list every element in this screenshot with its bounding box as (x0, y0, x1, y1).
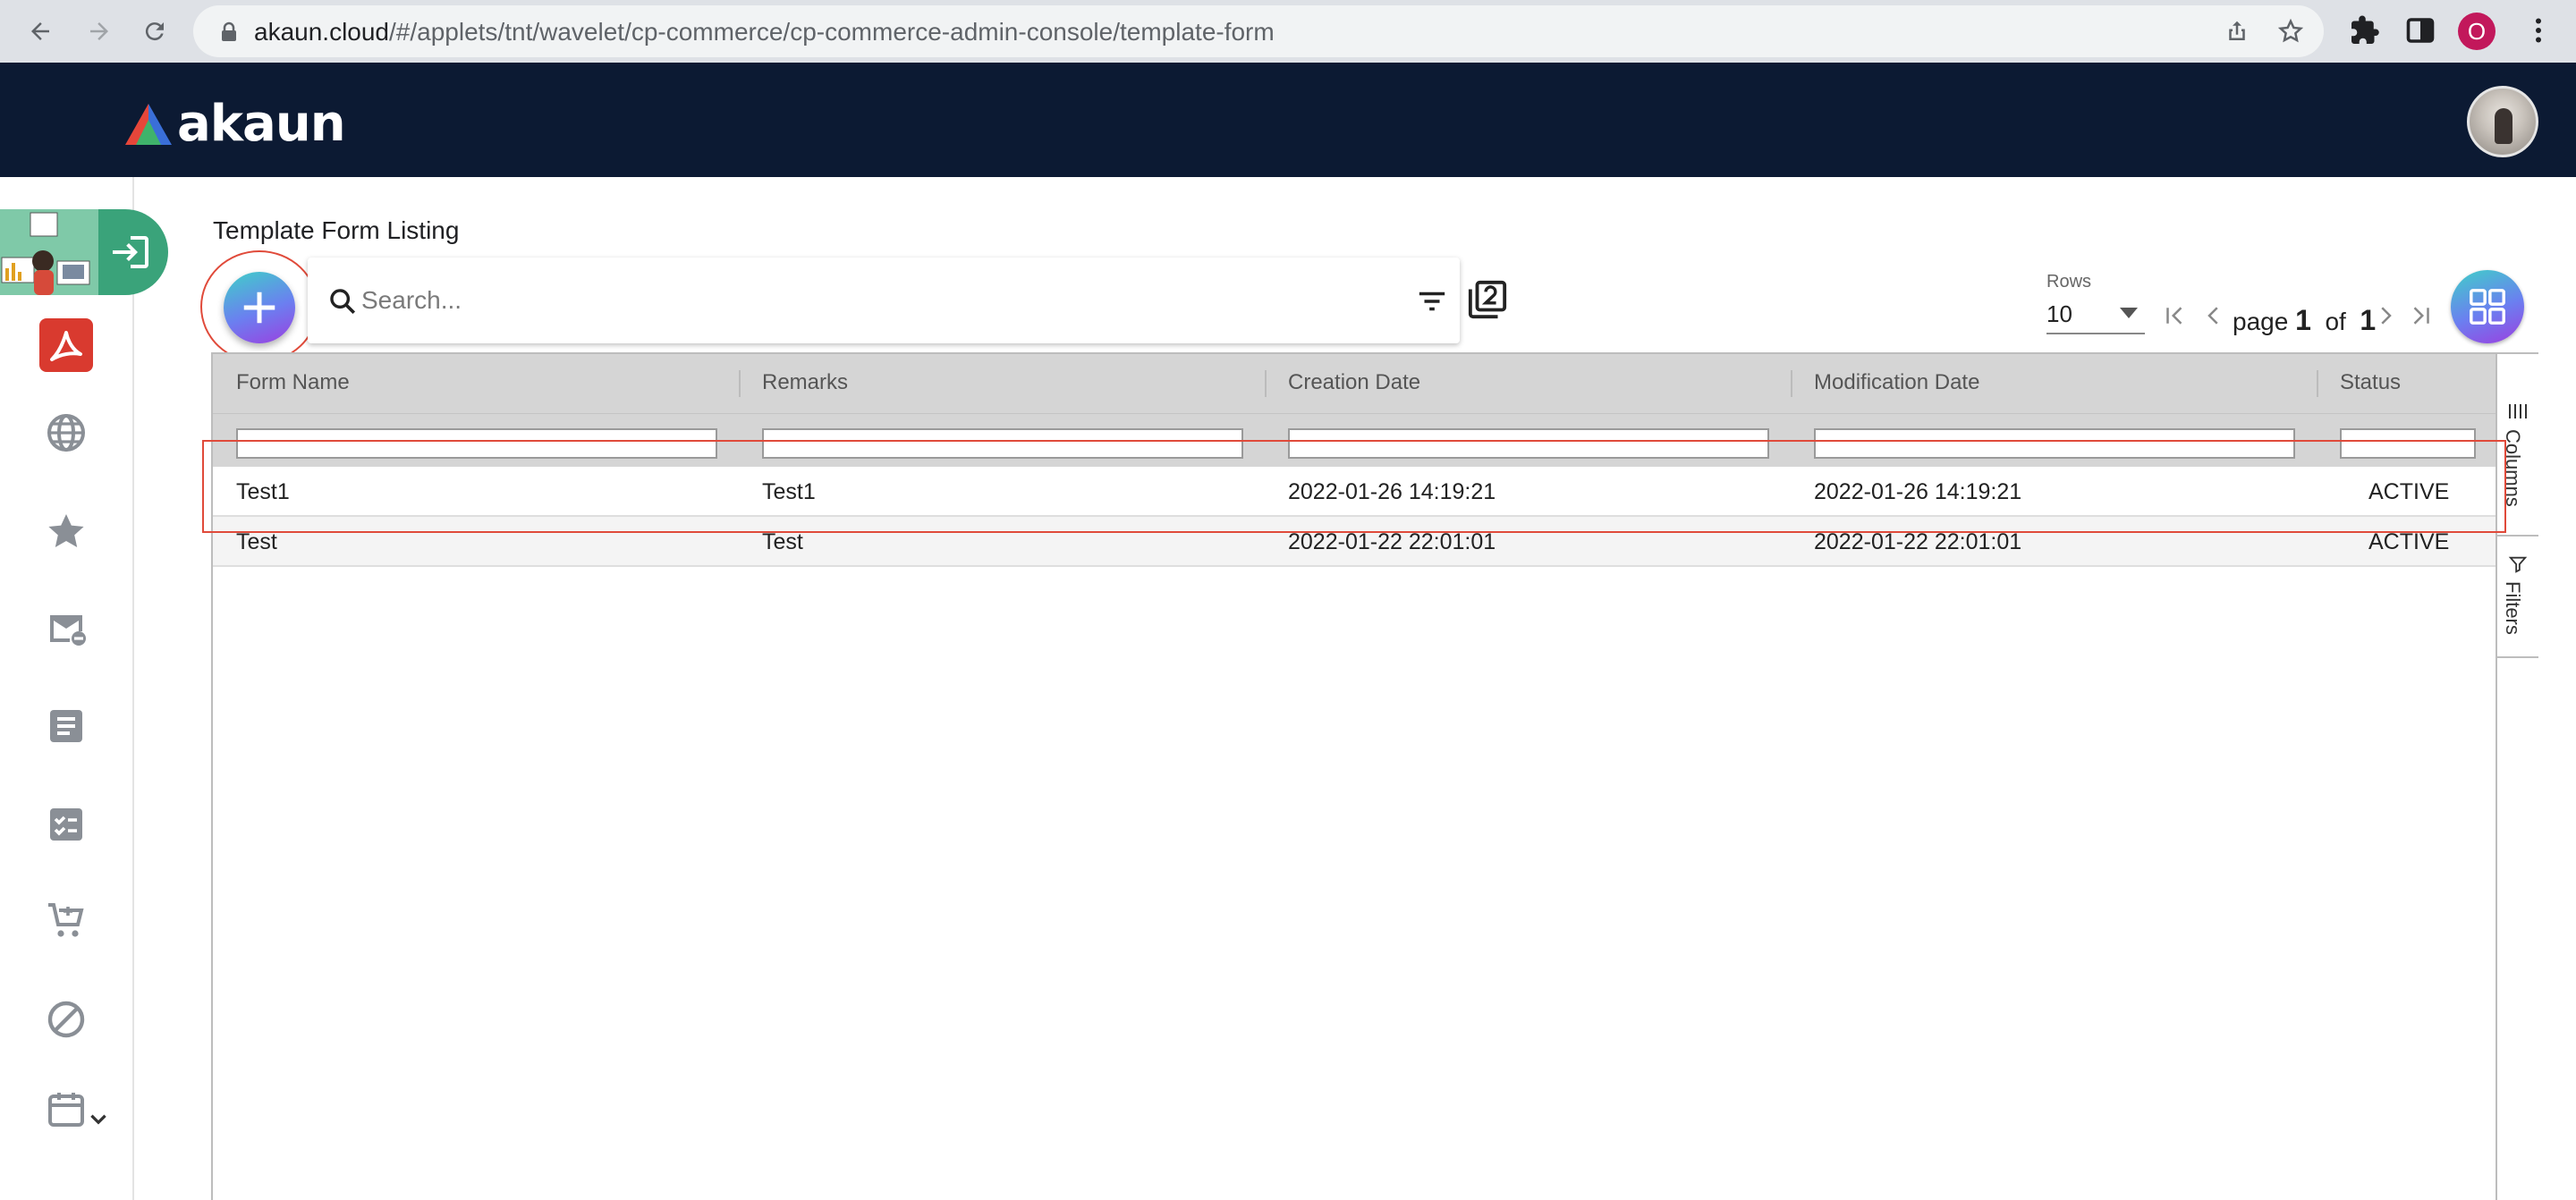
first-page-icon[interactable] (2161, 302, 2188, 336)
plus-icon (243, 292, 275, 324)
page-indicator: page 1 of 1 (2233, 304, 2377, 336)
sidebar-active-tab[interactable] (0, 209, 168, 295)
column-header-modification-date[interactable]: Modification Date (1814, 370, 1979, 395)
address-bar[interactable]: akaun.cloud/#/applets/tnt/wavelet/cp-com… (193, 5, 2324, 57)
login-icon[interactable] (109, 231, 152, 278)
column-header-status[interactable]: Status (2340, 370, 2401, 395)
template-form-grid: Form Name Remarks Creation Date Modifica… (211, 352, 2538, 1200)
cell-status: ACTIVE (2368, 479, 2450, 504)
filter-count-icon[interactable] (1467, 279, 1508, 325)
search-bar[interactable] (308, 258, 1460, 343)
funnel-icon (2508, 556, 2528, 573)
page-title: Template Form Listing (213, 216, 460, 244)
caret-down-icon (2120, 308, 2138, 318)
add-button[interactable] (224, 272, 295, 343)
filter-list-icon[interactable] (1417, 288, 1447, 319)
extensions-icon[interactable] (2349, 14, 2381, 46)
rows-per-page-select[interactable]: 10 (2046, 295, 2145, 334)
filters-panel-button[interactable]: Filters (2497, 537, 2538, 658)
columns-icon (2509, 404, 2527, 418)
block-icon[interactable] (39, 993, 93, 1046)
cell-creation-date: 2022-01-26 14:19:21 (1288, 479, 1496, 504)
cell-form-name: Test (236, 529, 277, 554)
chevron-down-icon[interactable] (82, 1103, 114, 1136)
form-name-filter-input[interactable] (236, 428, 717, 459)
columns-panel-button[interactable]: Columns (2497, 354, 2538, 537)
remarks-filter-input[interactable] (762, 428, 1243, 459)
search-icon (327, 286, 358, 321)
modification-date-filter-input[interactable] (1814, 428, 2295, 459)
cell-status: ACTIVE (2368, 529, 2450, 554)
brand-name: akaun (177, 95, 346, 153)
cart-icon[interactable] (39, 894, 93, 948)
lock-icon (220, 21, 238, 47)
column-separator[interactable] (1791, 370, 1792, 397)
cell-creation-date: 2022-01-22 22:01:01 (1288, 529, 1496, 554)
grid-side-bar: Columns Filters (2496, 354, 2538, 1200)
creation-date-filter-input[interactable] (1288, 428, 1769, 459)
column-header-form-name[interactable]: Form Name (236, 370, 350, 395)
kebab-menu-icon[interactable] (2522, 14, 2555, 46)
grid-header-row: Form Name Remarks Creation Date Modifica… (213, 354, 2496, 413)
columns-label: Columns (2502, 429, 2524, 507)
rows-per-page-value: 10 (2046, 300, 2072, 327)
cell-modification-date: 2022-01-26 14:19:21 (1814, 479, 2022, 504)
grid-view-icon (2470, 289, 2505, 325)
mail-minus-icon[interactable] (39, 601, 93, 655)
globe-icon[interactable] (39, 406, 93, 460)
acrobat-app-icon[interactable] (39, 318, 93, 372)
cell-form-name: Test1 (236, 479, 290, 504)
side-panel-icon[interactable] (2404, 14, 2436, 46)
grid-filter-row (213, 413, 2496, 467)
next-page-icon[interactable] (2372, 302, 2399, 336)
last-page-icon[interactable] (2408, 302, 2435, 336)
forward-icon[interactable] (79, 11, 120, 52)
star-icon[interactable] (39, 504, 93, 558)
column-separator[interactable] (2317, 370, 2318, 397)
admin-illustration-icon (0, 209, 98, 295)
table-row[interactable]: Test Test 2022-01-22 22:01:01 2022-01-22… (213, 517, 2496, 567)
main-content: Template Form Listing Rows 10 page 1 of … (200, 177, 2540, 1200)
cell-remarks: Test1 (762, 479, 816, 504)
reload-icon[interactable] (134, 11, 175, 52)
sidebar (0, 177, 168, 1200)
rows-label: Rows (2046, 272, 2092, 292)
checklist-icon[interactable] (39, 798, 93, 851)
table-row[interactable]: Test1 Test1 2022-01-26 14:19:21 2022-01-… (213, 467, 2496, 517)
browser-profile-avatar[interactable]: O (2458, 13, 2496, 50)
filters-label: Filters (2502, 581, 2524, 635)
current-page: 1 (2295, 304, 2311, 336)
column-separator[interactable] (739, 370, 741, 397)
column-header-creation-date[interactable]: Creation Date (1288, 370, 1420, 395)
browser-toolbar: akaun.cloud/#/applets/tnt/wavelet/cp-com… (0, 0, 2576, 63)
apps-grid-button[interactable] (2451, 270, 2524, 343)
search-input[interactable] (361, 279, 1363, 322)
share-icon[interactable] (2224, 18, 2250, 45)
cell-modification-date: 2022-01-22 22:01:01 (1814, 529, 2022, 554)
akaun-logo-mark-icon (125, 103, 172, 145)
bookmark-star-icon[interactable] (2277, 18, 2304, 45)
column-header-remarks[interactable]: Remarks (762, 370, 848, 395)
status-filter-input[interactable] (2340, 428, 2476, 459)
document-icon[interactable] (39, 699, 93, 753)
user-avatar[interactable] (2467, 86, 2538, 157)
prev-page-icon[interactable] (2200, 302, 2227, 336)
url-text: akaun.cloud/#/applets/tnt/wavelet/cp-com… (254, 18, 1275, 46)
column-separator[interactable] (1265, 370, 1267, 397)
app-header: akaun (0, 63, 2576, 177)
cell-remarks: Test (762, 529, 803, 554)
akaun-logo[interactable]: akaun (125, 95, 346, 153)
back-icon[interactable] (20, 11, 61, 52)
